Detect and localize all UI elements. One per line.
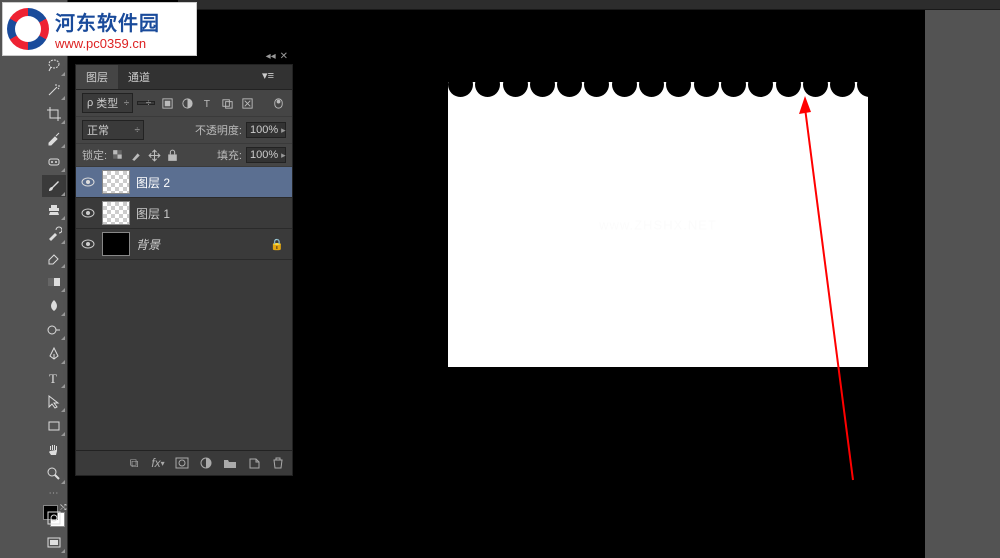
layers-panel: ◂◂✕ 图层 通道 ▾≡ ρ类型 T 正常 不透明度: 100% 锁定: 填充:… xyxy=(75,64,293,476)
opacity-field[interactable]: 100% xyxy=(246,122,286,138)
lock-icon: 🔒 xyxy=(270,238,284,251)
document-tab-bar[interactable] xyxy=(178,0,1000,10)
screen-mode-icon[interactable] xyxy=(42,532,66,554)
blur-tool[interactable] xyxy=(42,295,66,317)
brush-tool[interactable] xyxy=(42,175,66,197)
path-selection-tool[interactable] xyxy=(42,391,66,413)
link-layers-icon[interactable]: ⧉ xyxy=(126,455,142,471)
lock-image-icon[interactable] xyxy=(129,148,144,163)
delete-layer-icon[interactable] xyxy=(270,455,286,471)
clone-stamp-tool[interactable] xyxy=(42,199,66,221)
filter-smartobject-icon[interactable] xyxy=(239,95,255,111)
layer-list: 图层 2 图层 1 背景 🔒 xyxy=(76,167,292,450)
pen-tool[interactable] xyxy=(42,343,66,365)
fill-field[interactable]: 100% xyxy=(246,147,286,163)
rectangle-tool[interactable] xyxy=(42,415,66,437)
layer-thumbnail[interactable] xyxy=(102,170,130,194)
layer-style-icon[interactable]: fx▾ xyxy=(150,455,166,471)
layers-panel-footer: ⧉ fx▾ xyxy=(76,450,292,475)
layer-thumbnail[interactable] xyxy=(102,232,130,256)
hand-tool[interactable] xyxy=(42,439,66,461)
filter-toggle-icon[interactable] xyxy=(270,95,286,111)
tool-divider: ⋯ xyxy=(40,488,67,499)
lock-transparency-icon[interactable] xyxy=(111,148,126,163)
new-layer-icon[interactable] xyxy=(246,455,262,471)
layer-mask-icon[interactable] xyxy=(174,455,190,471)
layer-row[interactable]: 背景 🔒 xyxy=(76,229,292,260)
svg-text:T: T xyxy=(204,99,210,110)
panel-menu-icon[interactable]: ▾≡ xyxy=(262,69,274,82)
layer-name[interactable]: 图层 2 xyxy=(136,174,288,191)
filter-type-icon[interactable]: T xyxy=(199,95,215,111)
panel-tabs: 图层 通道 ▾≡ xyxy=(76,65,292,90)
layer-row[interactable]: 图层 2 xyxy=(76,167,292,198)
svg-text:T: T xyxy=(49,371,57,386)
layer-name[interactable]: 图层 1 xyxy=(136,205,288,222)
lock-all-icon[interactable] xyxy=(165,148,180,163)
eraser-tool[interactable] xyxy=(42,247,66,269)
visibility-icon[interactable] xyxy=(80,207,96,219)
group-icon[interactable] xyxy=(222,455,238,471)
blend-mode-select[interactable]: 正常 xyxy=(82,120,144,140)
tab-channels[interactable]: 通道 xyxy=(118,65,160,89)
crop-tool[interactable] xyxy=(42,103,66,125)
quick-mask-icon[interactable] xyxy=(42,507,66,529)
layer-thumbnail[interactable] xyxy=(102,201,130,225)
filter-pixel-icon[interactable] xyxy=(159,95,175,111)
watermark-title: 河东软件园 xyxy=(55,7,160,36)
canvas-watermark-text: www.ZHSHX.NET xyxy=(599,217,717,232)
panel-collapse-icons[interactable]: ◂◂✕ xyxy=(266,51,288,62)
layer-filter-type-dropdown[interactable] xyxy=(137,101,155,105)
lock-position-icon[interactable] xyxy=(147,148,162,163)
adjustment-layer-icon[interactable] xyxy=(198,455,214,471)
tools-panel: T ⋯ ⤭ xyxy=(40,0,68,558)
layer-list-empty-area[interactable] xyxy=(76,260,292,450)
watermark-logo-icon xyxy=(7,8,49,50)
visibility-icon[interactable] xyxy=(80,176,96,188)
watermark-url: www.pc0359.cn xyxy=(55,36,160,51)
tab-layers[interactable]: 图层 xyxy=(76,65,118,89)
fill-label: 填充: xyxy=(217,147,242,163)
canvas-document[interactable]: www.ZHSHX.NET xyxy=(448,82,868,367)
filter-shape-icon[interactable] xyxy=(219,95,235,111)
layer-filter-kind[interactable]: ρ类型 xyxy=(82,93,133,113)
right-gutter xyxy=(925,0,1000,558)
lock-label: 锁定: xyxy=(82,147,107,163)
layer-row[interactable]: 图层 1 xyxy=(76,198,292,229)
history-brush-tool[interactable] xyxy=(42,223,66,245)
zoom-tool[interactable] xyxy=(42,463,66,485)
healing-brush-tool[interactable] xyxy=(42,151,66,173)
eyedropper-tool[interactable] xyxy=(42,127,66,149)
dodge-tool[interactable] xyxy=(42,319,66,341)
filter-adjustment-icon[interactable] xyxy=(179,95,195,111)
type-tool[interactable]: T xyxy=(42,367,66,389)
opacity-label: 不透明度: xyxy=(195,122,242,138)
lasso-tool[interactable] xyxy=(42,55,66,77)
site-watermark: 河东软件园 www.pc0359.cn xyxy=(2,2,197,56)
gradient-tool[interactable] xyxy=(42,271,66,293)
layer-name[interactable]: 背景 xyxy=(136,236,264,253)
visibility-icon[interactable] xyxy=(80,238,96,250)
wand-tool[interactable] xyxy=(42,79,66,101)
scallop-border xyxy=(448,72,868,92)
